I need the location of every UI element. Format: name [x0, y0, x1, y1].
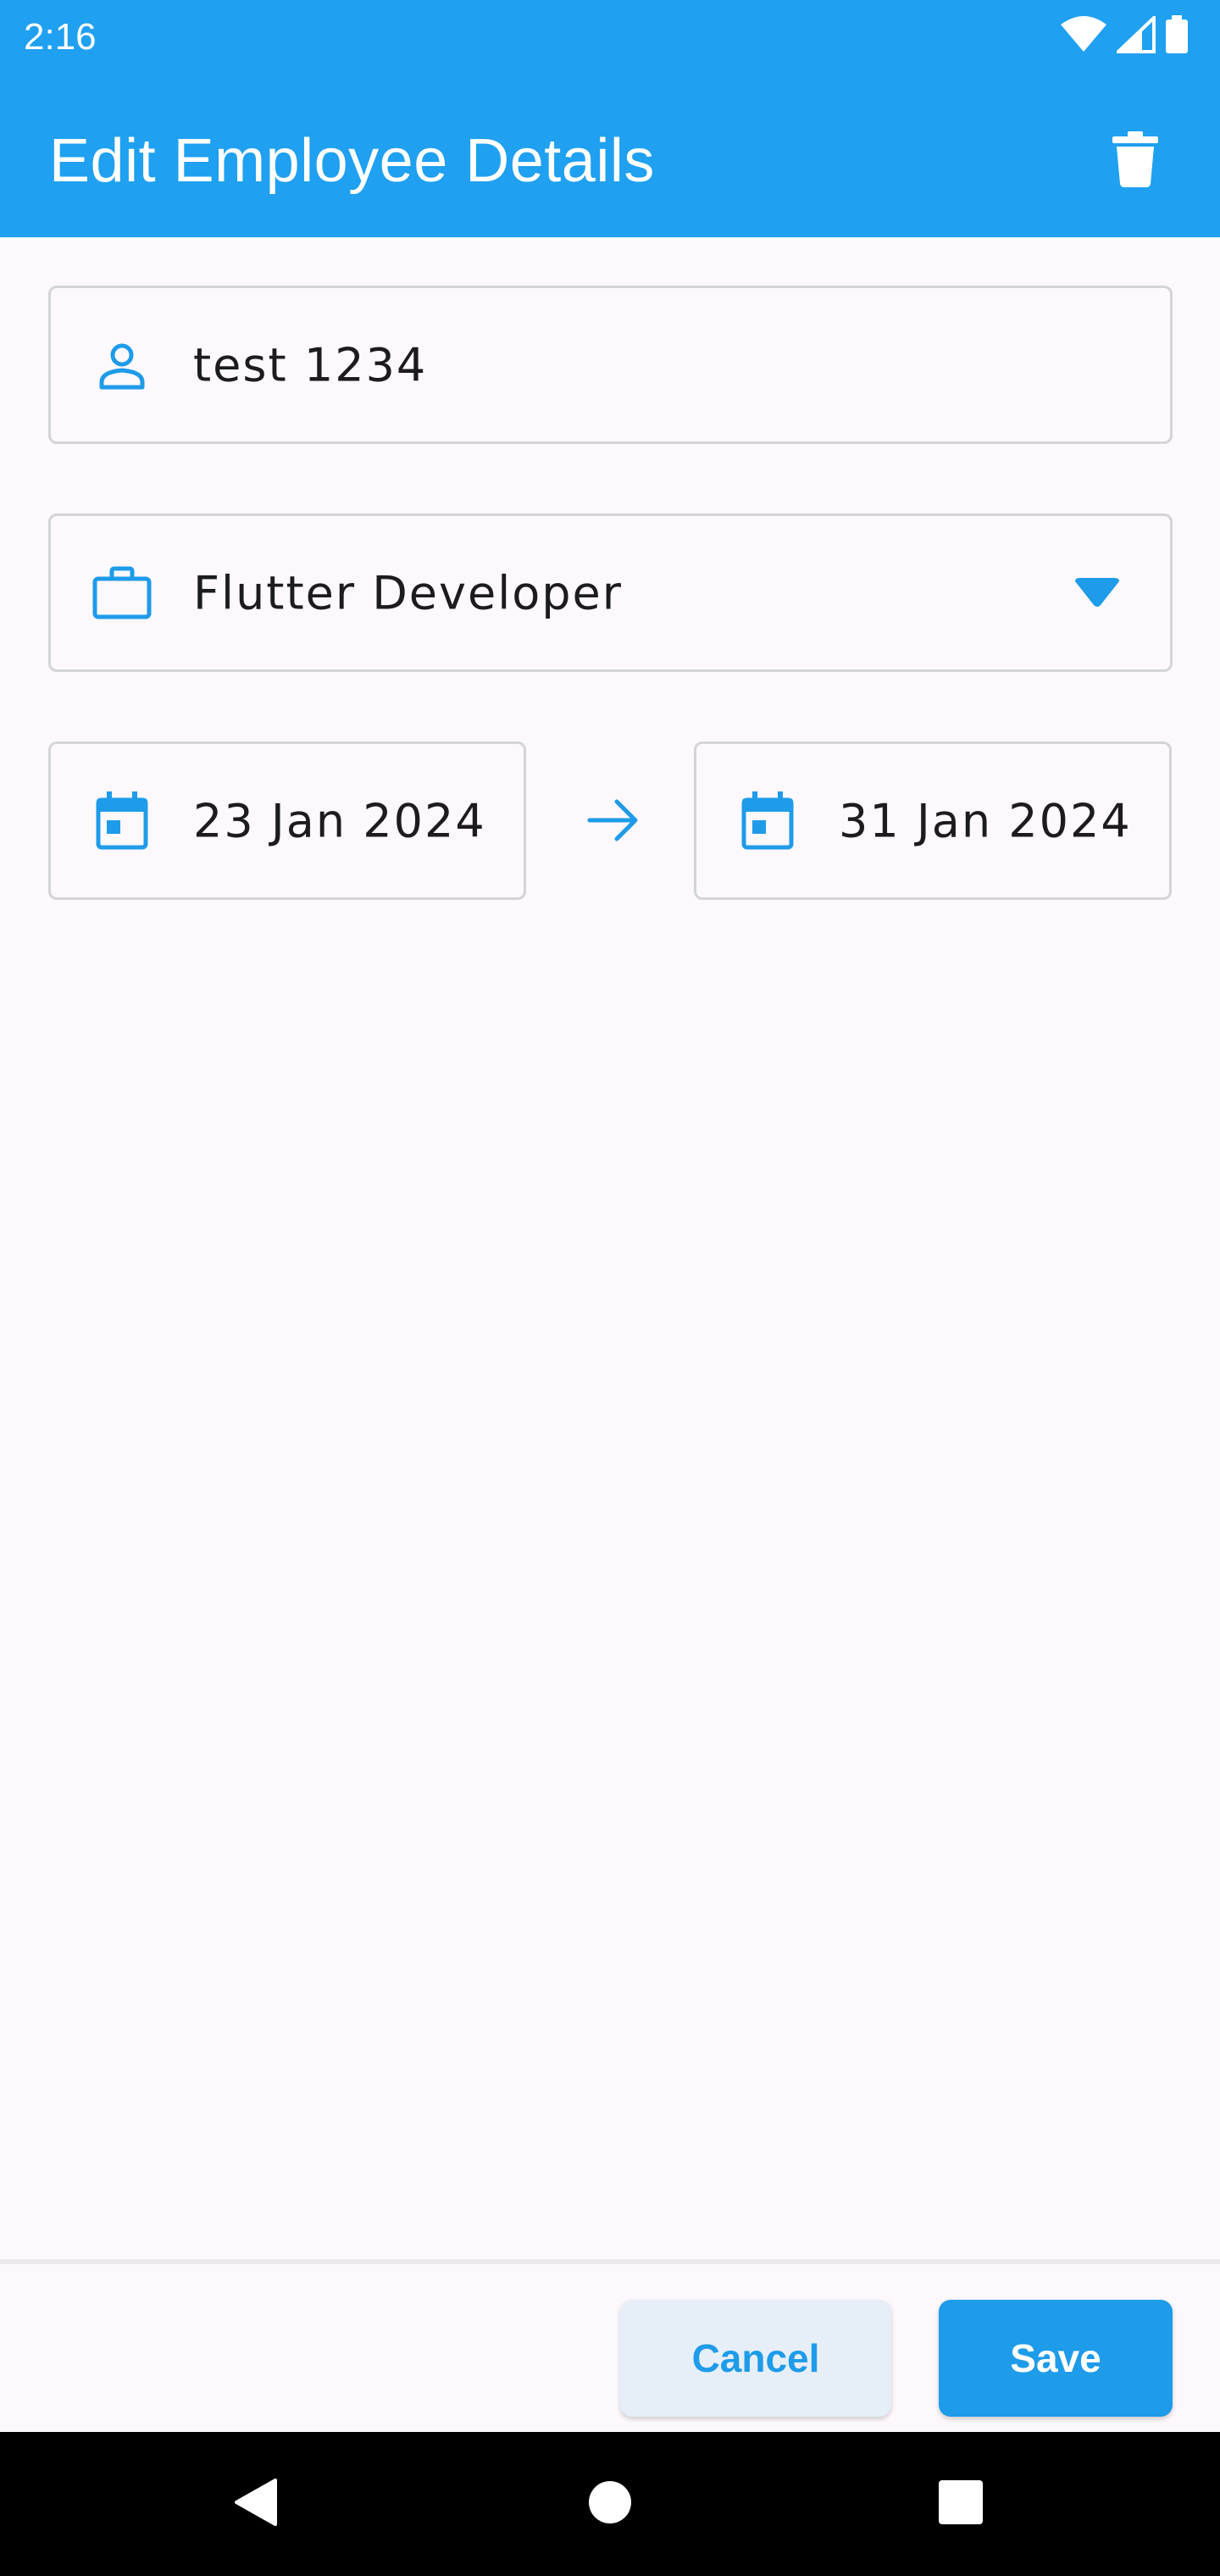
- role-selected-value: Flutter Developer: [193, 566, 623, 619]
- save-button[interactable]: Save: [939, 2300, 1173, 2417]
- calendar-icon: [734, 787, 801, 855]
- delete-button[interactable]: [1095, 120, 1176, 202]
- person-icon: [88, 331, 156, 399]
- home-icon: [587, 2479, 633, 2529]
- end-date-field[interactable]: 31 Jan 2024: [694, 741, 1172, 900]
- wifi-icon: [1059, 16, 1108, 57]
- app-bar: Edit Employee Details: [0, 75, 1220, 237]
- arrow-right-icon: [580, 786, 647, 854]
- recents-icon: [938, 2479, 984, 2529]
- status-bar: 2:16: [0, 0, 1220, 75]
- caret-down-icon: [1072, 576, 1123, 610]
- start-date-value: 23 Jan 2024: [193, 794, 486, 847]
- end-date-value: 31 Jan 2024: [839, 794, 1132, 847]
- battery-icon: [1164, 15, 1190, 58]
- nav-back-button[interactable]: [217, 2466, 293, 2542]
- employee-name-field[interactable]: test 1234: [48, 286, 1173, 444]
- signal-icon: [1114, 14, 1156, 57]
- status-time: 2:16: [24, 16, 97, 58]
- nav-recents-button[interactable]: [923, 2466, 999, 2542]
- status-icons: [1059, 14, 1190, 58]
- delete-icon: [1112, 131, 1158, 191]
- calendar-icon: [88, 787, 156, 855]
- back-icon: [231, 2477, 279, 2531]
- start-date-field[interactable]: 23 Jan 2024: [48, 741, 526, 900]
- cancel-button[interactable]: Cancel: [620, 2300, 891, 2417]
- nav-home-button[interactable]: [572, 2466, 648, 2542]
- page-title: Edit Employee Details: [49, 127, 655, 195]
- system-nav-bar: [0, 2432, 1220, 2576]
- role-dropdown[interactable]: Flutter Developer: [48, 514, 1173, 672]
- employee-name-value: test 1234: [193, 338, 428, 391]
- briefcase-icon: [88, 559, 156, 627]
